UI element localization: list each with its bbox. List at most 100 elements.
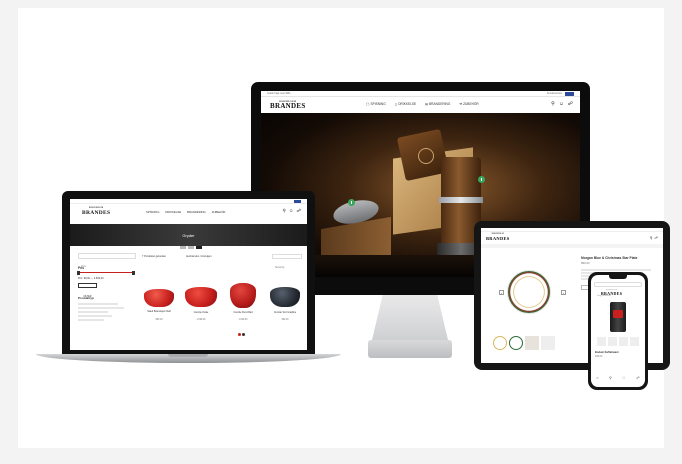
logo-line2: BRANDES <box>82 209 111 216</box>
category-title: Gryder <box>182 232 195 238</box>
nav-item-brandering[interactable]: BRANDERING <box>187 210 206 214</box>
cart-icon[interactable]: ☍ <box>654 236 658 240</box>
filter-option[interactable] <box>78 311 108 313</box>
thumbnail[interactable] <box>541 336 555 350</box>
topbar-service[interactable]: Kundeservice <box>547 92 562 96</box>
phone-logo[interactable]: BORNHOLM BRANDES <box>601 290 622 296</box>
swatch-red[interactable] <box>238 333 241 336</box>
product-image[interactable] <box>610 302 626 332</box>
thumbnail[interactable] <box>608 337 617 346</box>
filter-options <box>78 303 136 321</box>
grid-4-icon[interactable] <box>196 246 202 249</box>
slider-handle-min[interactable] <box>77 270 80 275</box>
sort-label: Sortering <box>275 267 285 269</box>
filter-option[interactable] <box>78 303 118 305</box>
price-slider[interactable] <box>77 270 135 275</box>
product-image <box>144 289 174 307</box>
result-count: 7 Produkter gefunden <box>142 255 167 258</box>
heart-icon[interactable]: ♡ <box>622 376 625 382</box>
user-icon[interactable]: ☺ <box>559 101 564 107</box>
product-card[interactable]: Cocotte Rund Rød 1.299,00 <box>224 281 262 341</box>
thumbnail[interactable] <box>630 337 639 346</box>
laptop-nav-menu: SPISNING DRIKKELSE BRANDERING ZUBEHÖR <box>146 210 225 214</box>
cart-icon[interactable]: ☍ <box>636 376 640 382</box>
product-name: Cocotte Sort Graphite <box>273 312 297 314</box>
home-icon[interactable]: ⌂ <box>596 376 598 382</box>
monitor-stand-neck <box>372 295 448 340</box>
language-flag[interactable] <box>294 200 301 203</box>
product-price: 899,00 <box>581 261 590 265</box>
toggle-filters[interactable]: Ausblenden / Anzeigen <box>186 255 212 259</box>
thumbnail[interactable] <box>493 336 507 350</box>
laptop-notch <box>168 354 208 357</box>
desktop-nav-actions: ⚲ ☺ ☍ <box>551 101 573 107</box>
nav-item-spisning[interactable]: ◯ SPISNING <box>366 102 386 106</box>
swatch-black[interactable] <box>242 333 245 336</box>
language-flag[interactable] <box>565 92 574 96</box>
nav-label: SPISNING <box>370 102 386 106</box>
grid-3-icon[interactable] <box>188 246 194 249</box>
breadcrumb <box>481 244 663 248</box>
nav-label: ZUBEHÖR <box>463 102 479 106</box>
product-toolbar: 7 Produkter gefunden Ausblenden / Anzeig… <box>142 254 302 269</box>
search-icon[interactable]: ⚲ <box>283 208 286 214</box>
product-card[interactable]: Cocotte Sort Graphite 999,00 <box>266 281 304 341</box>
laptop-topbar <box>70 199 307 204</box>
search-input[interactable]: Søg produkter <box>594 282 642 297</box>
filter-option[interactable] <box>78 307 124 309</box>
thumbnail[interactable] <box>525 336 539 350</box>
thumbnail[interactable] <box>597 337 606 346</box>
play-icon[interactable] <box>348 199 355 206</box>
hero-emblem <box>418 148 434 164</box>
product-price: 1.299,00 <box>238 319 248 321</box>
thumbnail-strip <box>493 336 555 350</box>
logo-line2: BRANDES <box>601 290 623 296</box>
nav-item-zubehor[interactable]: ZUBEHÖR <box>212 210 226 214</box>
nav-item-spisning[interactable]: SPISNING <box>146 210 159 214</box>
logo-line2: BRANDES <box>486 236 510 241</box>
sort-select[interactable]: Sortering <box>272 254 302 269</box>
cart-icon[interactable]: ☍ <box>296 208 301 214</box>
smartphone: Søg produkter BORNHOLM BRANDES Bodum Kaf… <box>588 272 648 390</box>
grid-2-icon[interactable] <box>180 246 186 249</box>
product-main-image[interactable] <box>507 270 551 314</box>
search-icon[interactable]: ⚲ <box>551 101 555 107</box>
product-image-detail <box>613 310 623 318</box>
laptop-logo[interactable]: BORNHOLM BRANDES <box>82 207 110 216</box>
prev-image-button[interactable]: ‹ <box>499 290 504 295</box>
price-range-text: Pris: 99,00 — 4.500,00 <box>78 277 104 280</box>
cart-icon[interactable]: ☍ <box>568 101 573 107</box>
slider-handle-max[interactable] <box>132 270 135 275</box>
nav-item-drikkelse[interactable]: ◻ DRIKKELSE <box>395 102 416 106</box>
product-name: Cocotte Ovale <box>193 312 209 314</box>
phone-bottom-nav: ⌂ ⚲ ♡ ☍ <box>591 376 645 382</box>
nav-label: BRANDERING <box>429 102 451 106</box>
laptop-screen: BORNHOLM BRANDES SPISNING DRIKKELSE BRAN… <box>70 199 307 350</box>
desktop-navbar: BORNHOLM BRANDES ◯ SPISNING ◻ DRIKKELSE … <box>261 97 580 113</box>
filter-search-input[interactable]: Filtre <box>78 253 136 268</box>
search-icon[interactable]: ⚲ <box>650 236 653 240</box>
desktop-logo[interactable]: BORNHOLM BRANDES <box>270 100 306 110</box>
thumbnail[interactable] <box>619 337 628 346</box>
play-icon[interactable] <box>478 176 485 183</box>
product-price: 1.099,00 <box>196 319 206 321</box>
thumbnail[interactable] <box>509 336 523 350</box>
color-swatches <box>238 323 246 341</box>
filter-button[interactable]: FILTER <box>78 283 97 298</box>
product-type-heading: Produkttyp <box>78 296 94 300</box>
filter-option[interactable] <box>78 319 104 321</box>
phone-thumbnails <box>597 337 639 346</box>
next-image-button[interactable]: › <box>561 290 566 295</box>
filter-option[interactable] <box>78 315 112 317</box>
nav-item-brandering[interactable]: ▤ BRANDERING <box>425 102 450 106</box>
nav-item-drikkelse[interactable]: DRIKKELSE <box>165 210 181 214</box>
nav-item-zubehor[interactable]: ⚒ ZUBEHÖR <box>459 102 478 106</box>
user-icon[interactable]: ☺ <box>289 208 294 214</box>
product-price: 999,00 <box>281 319 289 321</box>
product-card[interactable]: Cocotte Ovale 1.099,00 <box>182 281 220 341</box>
category-banner: Gryder <box>70 224 307 246</box>
product-card[interactable]: Staub Brændejern Rød 899,00 <box>140 281 178 341</box>
tablet-logo[interactable]: BORNHOLM BRANDES <box>486 234 510 241</box>
product-name: Staub Brændejern Rød <box>147 311 171 313</box>
search-icon[interactable]: ⚲ <box>609 376 612 382</box>
